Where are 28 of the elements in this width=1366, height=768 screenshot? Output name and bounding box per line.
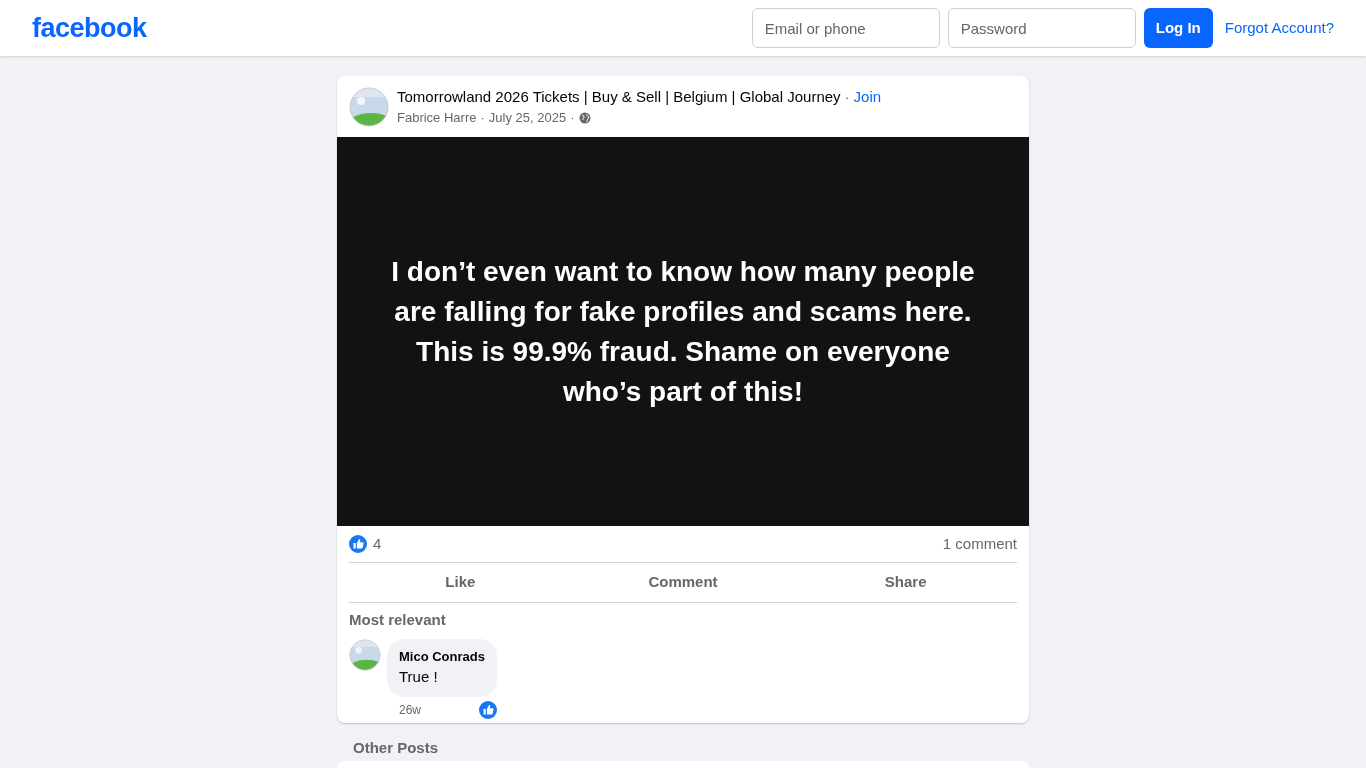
section-title: Other Posts	[353, 737, 440, 758]
group-name[interactable]: Tomorrowland 2026 Tickets | Buy & Sell | Belgium | Global Journey	[397, 85, 841, 108]
login-button[interactable]: Log In	[1143, 8, 1213, 48]
like-icon	[349, 535, 367, 553]
avatar-icon	[349, 86, 389, 127]
sort-label[interactable]: Most relevant	[337, 609, 1029, 632]
reaction-count[interactable]: 4	[373, 532, 382, 556]
separator-dot: ·	[570, 109, 575, 127]
join-link[interactable]: Join	[853, 85, 882, 108]
action-button[interactable]: Comment	[571, 563, 795, 602]
action-button[interactable]: Like	[349, 563, 572, 602]
action-button[interactable]: Share	[794, 563, 1017, 602]
password-field[interactable]: Password	[947, 8, 1136, 48]
like-icon	[478, 700, 497, 719]
separator-dot: ·	[480, 109, 485, 127]
email-field[interactable]: Email or phone	[751, 8, 940, 48]
author-name[interactable]: Fabrice Harre	[397, 108, 477, 128]
comment-text: True !	[399, 667, 439, 687]
post-date[interactable]: July 25, 2025	[488, 108, 567, 128]
comment-time[interactable]: 26w	[399, 700, 421, 719]
post-text: I don’t even want to know how many people are falling for fake profiles and scams here. This is 99.9% fraud. Shame on everyone who’s part of this!	[391, 254, 975, 409]
separator-dot: ·	[844, 86, 850, 107]
globe-icon	[578, 111, 591, 124]
avatar-icon	[349, 638, 381, 671]
comment-count[interactable]: 1 comment	[942, 532, 1017, 556]
logo[interactable]: facebook	[32, 7, 147, 49]
forgot-account-link[interactable]: Forgot Account?	[1224, 16, 1334, 40]
commenter-name[interactable]: Mico Conrads	[399, 646, 485, 666]
